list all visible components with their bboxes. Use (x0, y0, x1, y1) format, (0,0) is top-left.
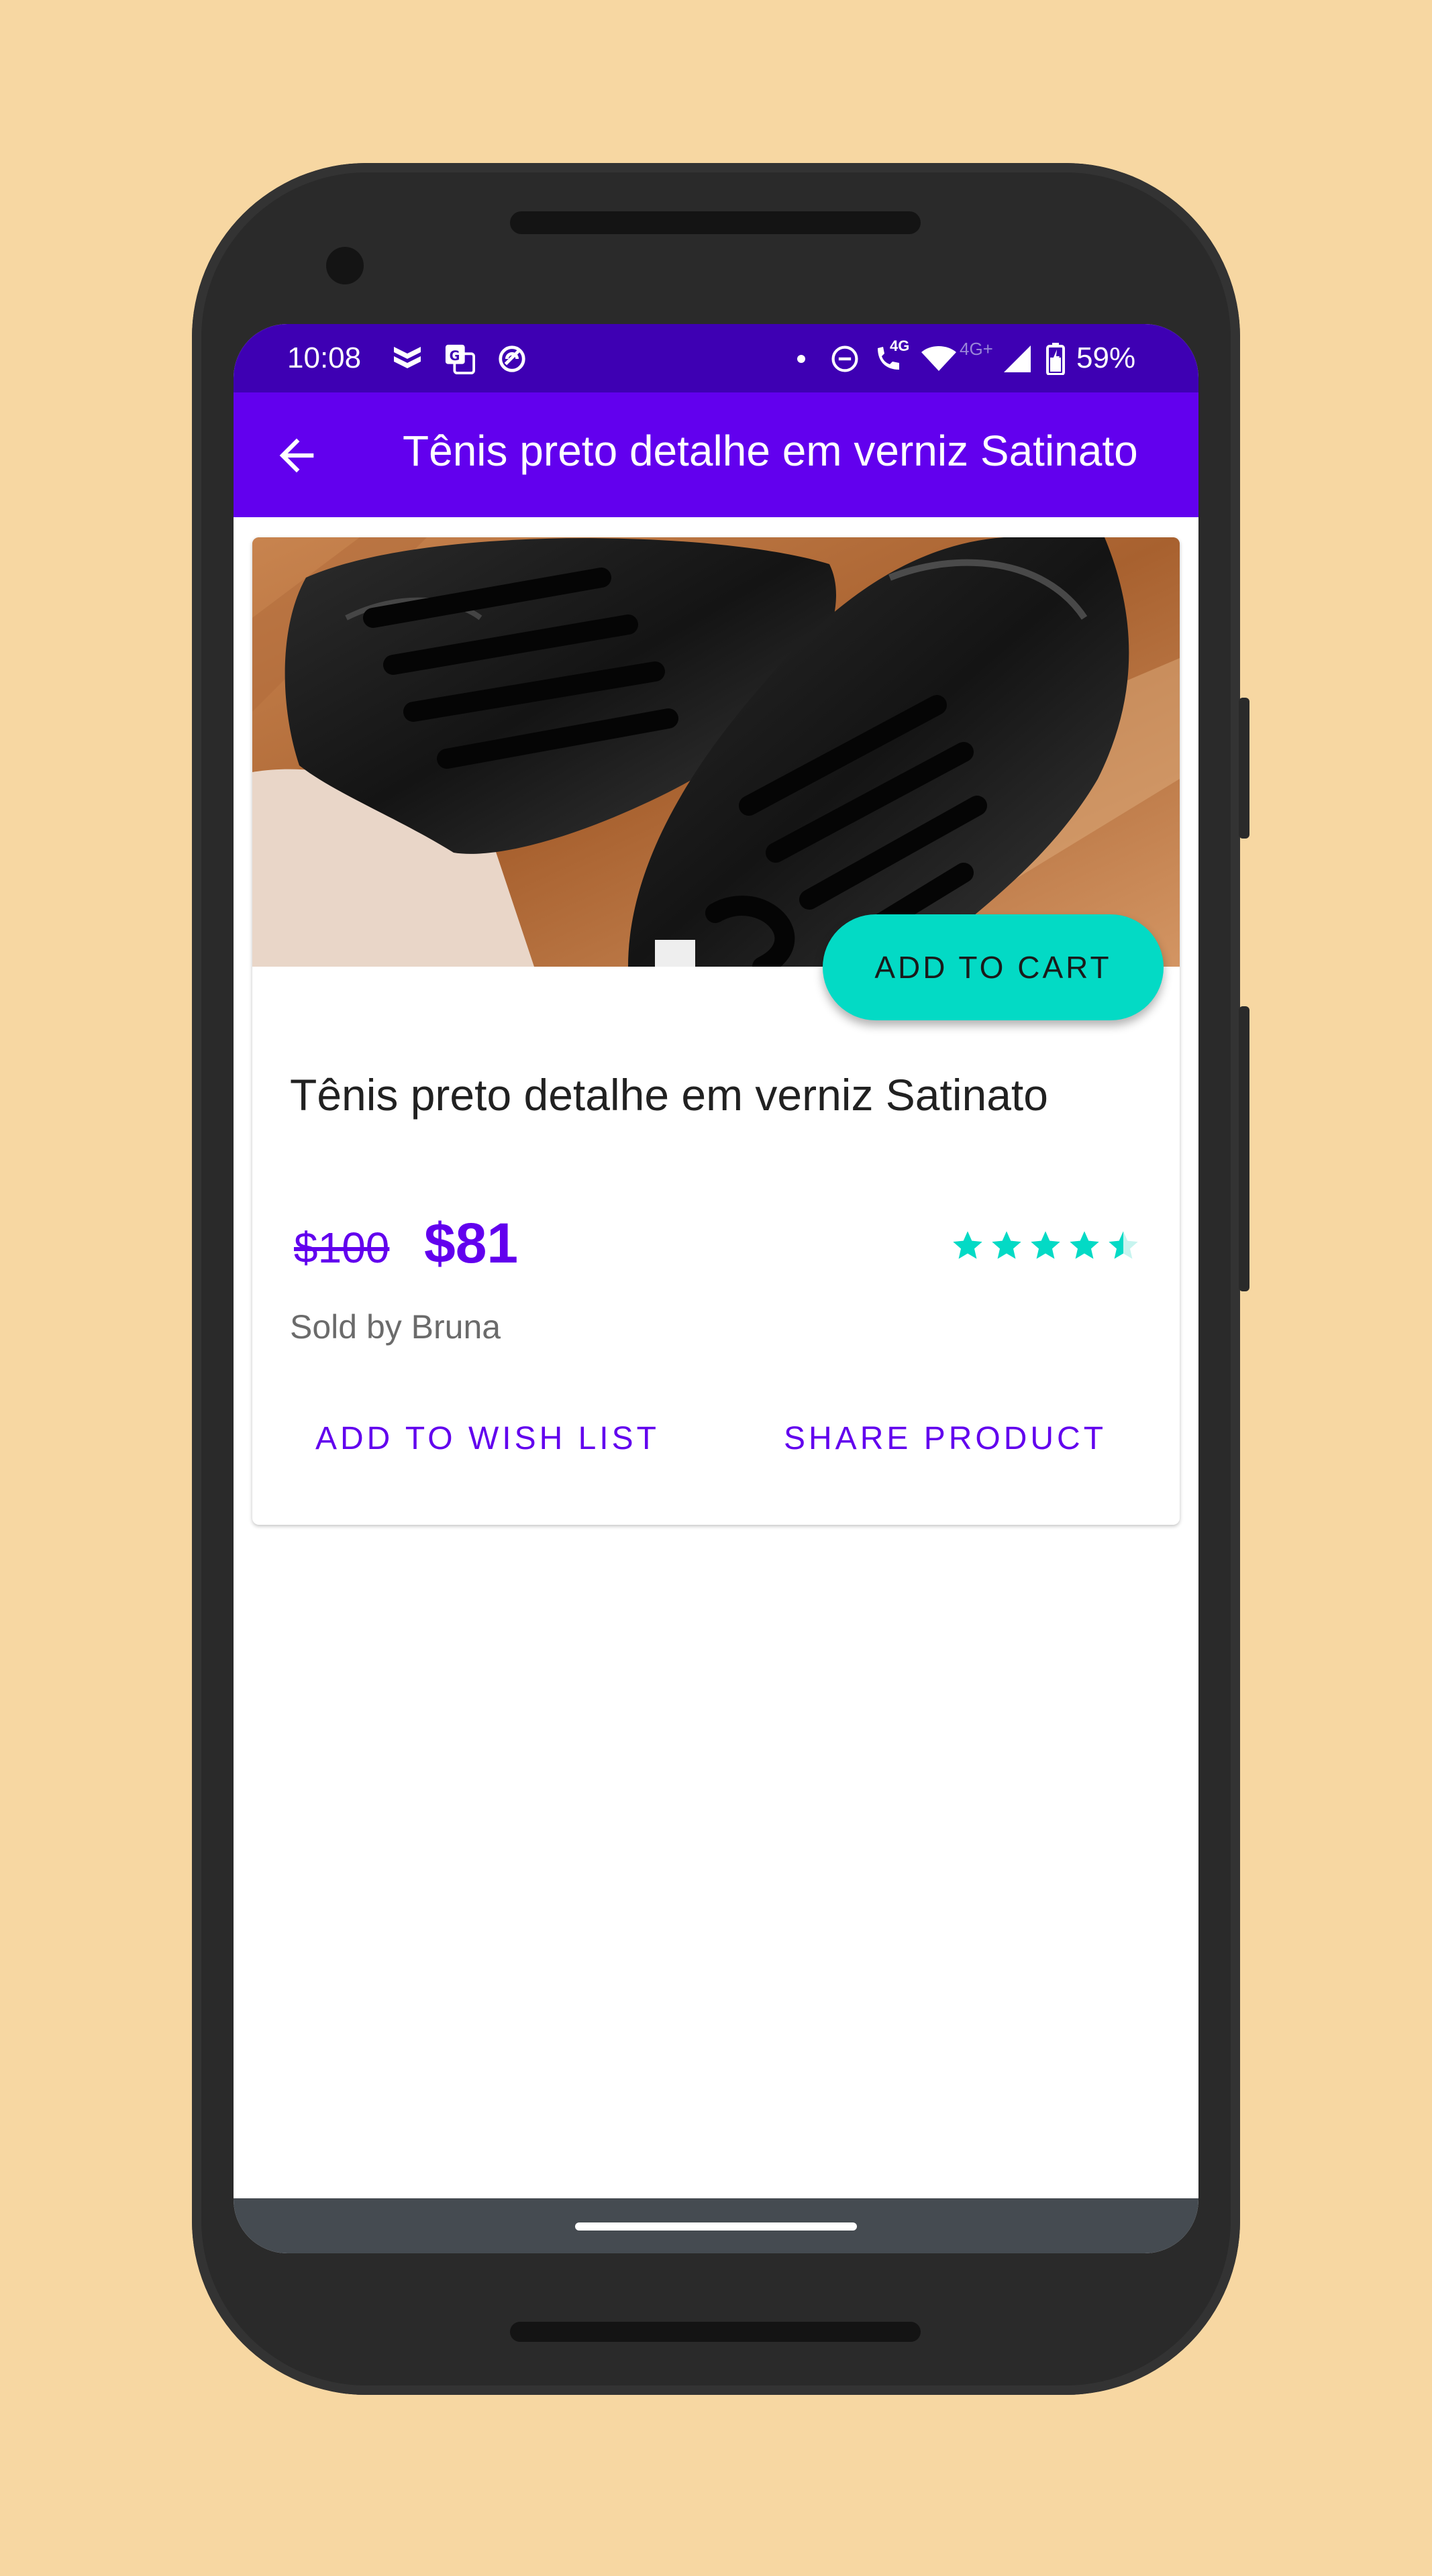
sync-icon (494, 343, 530, 375)
add-to-cart-button[interactable]: ADD TO CART (823, 914, 1164, 1020)
product-image (252, 537, 1180, 967)
seller-label: Sold by Bruna (290, 1308, 501, 1346)
cell-signal-icon (1001, 343, 1033, 375)
product-card: ADD TO CART Tênis preto detalhe em verni… (252, 537, 1180, 1525)
product-rating (950, 1228, 1141, 1263)
signal-4g-plus-label: 4G+ (960, 339, 993, 359)
volume-button (1239, 1006, 1249, 1291)
battery-level: 59% (1076, 341, 1136, 374)
top-speaker (510, 211, 921, 234)
do-not-disturb-icon (828, 343, 862, 375)
star-icon (992, 1231, 1021, 1259)
front-camera (326, 247, 364, 284)
battery-icon (1044, 343, 1067, 375)
arrow-back-icon[interactable] (271, 430, 322, 481)
power-button (1239, 698, 1249, 839)
star-icon (1031, 1231, 1060, 1259)
translate-icon: G (442, 343, 478, 375)
share-product-button[interactable]: SHARE PRODUCT (784, 1420, 1107, 1457)
status-bar: 10:08 G 4G 4G+ 59% (234, 324, 1198, 392)
dot-icon (795, 343, 808, 375)
star-icon (1070, 1231, 1099, 1259)
star-icon (1109, 1231, 1138, 1259)
signal-4g-label: 4G (890, 337, 910, 354)
navigation-bar (234, 2198, 1198, 2253)
status-time: 10:08 (287, 341, 362, 374)
add-to-wish-list-button[interactable]: ADD TO WISH LIST (315, 1420, 660, 1457)
sale-price: $81 (424, 1212, 519, 1275)
original-price: $100 (294, 1224, 390, 1272)
wifi-icon (919, 343, 958, 375)
product-title: Tênis preto detalhe em verniz Satinato (290, 1070, 1048, 1120)
star-icon (953, 1231, 982, 1259)
screen: 10:08 G 4G 4G+ 59% Tênis preto detalhe e… (234, 324, 1198, 2253)
page-title: Tênis preto detalhe em verniz Satinato (403, 427, 1138, 475)
home-gesture-handle[interactable] (575, 2222, 857, 2231)
svg-text:G: G (450, 348, 460, 364)
phone-frame: 10:08 G 4G 4G+ 59% Tênis preto detalhe e… (192, 163, 1240, 2395)
bottom-speaker (510, 2322, 921, 2342)
shield-app-icon (389, 343, 425, 375)
app-bar: Tênis preto detalhe em verniz Satinato (234, 392, 1198, 517)
